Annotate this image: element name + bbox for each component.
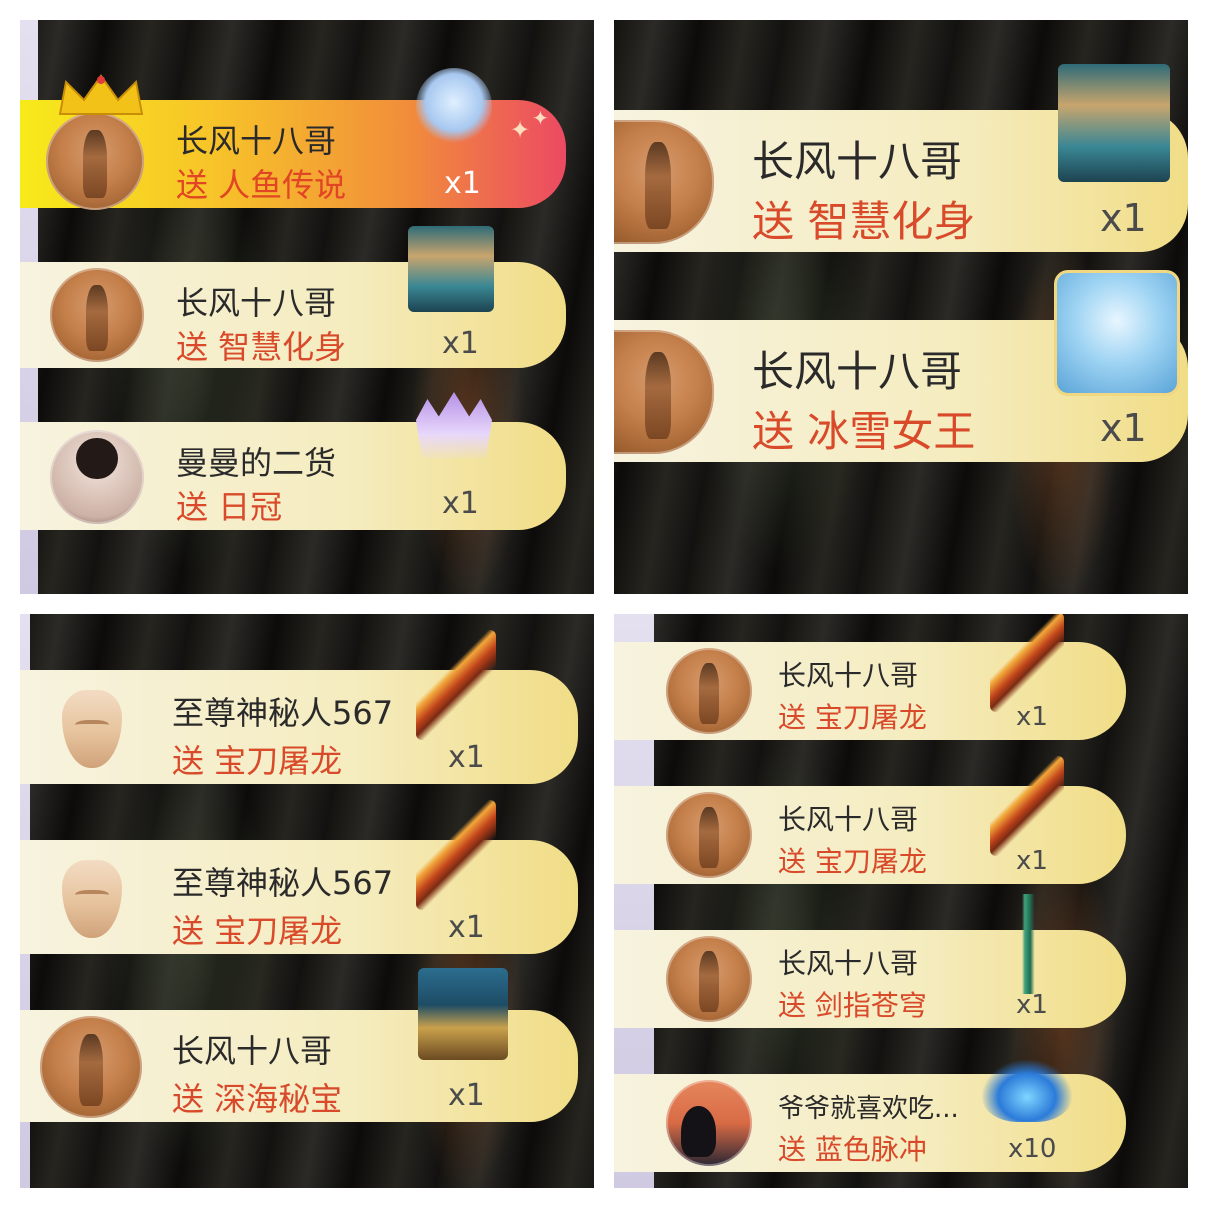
dragon-blade-icon <box>990 756 1064 856</box>
avatar[interactable] <box>40 1016 142 1118</box>
sender-name: 长风十八哥 <box>172 1032 333 1070</box>
crown-icon <box>58 74 144 115</box>
avatar[interactable] <box>50 430 144 524</box>
sparkle-icon: ✦ <box>532 106 549 130</box>
sky-sword-icon <box>994 894 1064 994</box>
sender-name: 长风十八哥 <box>778 803 919 836</box>
gift-feed-panel-1: 长风十八哥 送 人鱼传说 ✦ ✦ x1 长风十八哥 送 智慧化身 x1 曼曼的二… <box>20 20 594 594</box>
gift-row[interactable]: 长风十八哥 送 宝刀屠龙 x1 <box>614 756 1126 884</box>
gift-text: 送 宝刀屠龙 <box>778 701 927 734</box>
wisdom-avatar-icon <box>408 226 494 312</box>
gift-row[interactable]: 长风十八哥 送 深海秘宝 x1 <box>20 968 578 1122</box>
avatar[interactable] <box>666 792 752 878</box>
dragon-blade-icon <box>990 614 1064 712</box>
gift-row[interactable]: 至尊神秘人567 送 宝刀屠龙 x1 <box>20 800 578 954</box>
mask-avatar-icon[interactable] <box>62 860 122 938</box>
gift-text: 送 智慧化身 <box>752 197 976 246</box>
gift-row[interactable]: 曼曼的二货 送 日冠 x1 <box>20 392 566 530</box>
avatar[interactable] <box>50 268 144 362</box>
gift-feed-panel-2: 长风十八哥 送 智慧化身 x1 长风十八哥 送 冰雪女王 x1 <box>614 20 1188 594</box>
sun-crown-icon <box>416 392 492 459</box>
gift-text: 送 宝刀屠龙 <box>172 912 343 950</box>
sender-name: 长风十八哥 <box>176 284 337 322</box>
gift-text: 送 人鱼传说 <box>176 166 347 204</box>
gift-row[interactable]: 爷爷就喜欢吃... 送 蓝色脉冲 x10 <box>614 1060 1126 1172</box>
dragon-blade-icon <box>416 630 496 740</box>
mermaid-legend-icon <box>416 68 492 144</box>
gift-quantity: x1 <box>448 1078 485 1113</box>
avatar[interactable] <box>666 936 752 1022</box>
sender-name: 至尊神秘人567 <box>172 694 394 732</box>
sender-name: 长风十八哥 <box>176 122 337 160</box>
mask-avatar-icon[interactable] <box>62 690 122 768</box>
sender-name: 曼曼的二货 <box>176 444 337 482</box>
gift-quantity: x1 <box>1016 846 1048 876</box>
gift-row[interactable]: 长风十八哥 送 剑指苍穹 x1 <box>614 894 1126 1028</box>
gift-text: 送 宝刀屠龙 <box>778 845 927 878</box>
gift-quantity: x10 <box>1008 1134 1057 1164</box>
avatar[interactable] <box>666 648 752 734</box>
gift-row[interactable]: 长风十八哥 送 人鱼传说 ✦ ✦ x1 <box>20 68 566 210</box>
gift-row[interactable]: 至尊神秘人567 送 宝刀屠龙 x1 <box>20 630 578 784</box>
sender-name: 长风十八哥 <box>778 947 919 980</box>
ice-queen-icon <box>1054 270 1180 396</box>
gift-quantity: x1 <box>448 910 485 945</box>
gift-row[interactable]: 长风十八哥 送 宝刀屠龙 x1 <box>614 614 1126 740</box>
gift-text: 送 宝刀屠龙 <box>172 742 343 780</box>
blue-pulse-car-icon <box>982 1060 1072 1122</box>
sender-name: 长风十八哥 <box>752 137 963 186</box>
avatar[interactable] <box>666 1080 752 1166</box>
gift-quantity: x1 <box>444 166 481 201</box>
sender-name: 爷爷就喜欢吃... <box>778 1094 959 1124</box>
gift-quantity: x1 <box>448 740 485 775</box>
sender-name: 长风十八哥 <box>752 347 963 396</box>
gift-text: 送 智慧化身 <box>176 328 347 366</box>
gift-row[interactable]: 长风十八哥 送 冰雪女王 x1 <box>614 270 1188 462</box>
sparkle-icon: ✦ <box>510 116 531 144</box>
wisdom-avatar-icon <box>1058 64 1170 182</box>
gift-quantity: x1 <box>442 326 479 361</box>
sender-name: 至尊神秘人567 <box>172 864 394 902</box>
gift-text: 送 剑指苍穹 <box>778 989 927 1022</box>
gift-row[interactable]: 长风十八哥 送 智慧化身 x1 <box>20 226 566 368</box>
gift-row[interactable]: 长风十八哥 送 智慧化身 x1 <box>614 64 1188 252</box>
avatar[interactable] <box>46 112 144 210</box>
gift-quantity: x1 <box>1016 990 1048 1020</box>
gift-feed-panel-3: 至尊神秘人567 送 宝刀屠龙 x1 至尊神秘人567 送 宝刀屠龙 x1 长风… <box>20 614 594 1188</box>
gift-quantity: x1 <box>1100 196 1147 240</box>
dragon-blade-icon <box>416 800 496 910</box>
gift-text: 送 蓝色脉冲 <box>778 1133 927 1166</box>
gift-text: 送 深海秘宝 <box>172 1080 343 1118</box>
sender-name: 长风十八哥 <box>778 659 919 692</box>
gift-feed-panel-4: 长风十八哥 送 宝刀屠龙 x1 长风十八哥 送 宝刀屠龙 x1 长风十八哥 送 … <box>614 614 1188 1188</box>
gift-quantity: x1 <box>1016 702 1048 732</box>
deep-sea-treasure-icon <box>418 968 508 1060</box>
gift-text: 送 日冠 <box>176 488 283 526</box>
gift-text: 送 冰雪女王 <box>752 407 976 456</box>
gift-quantity: x1 <box>1100 406 1147 450</box>
gift-quantity: x1 <box>442 486 479 521</box>
